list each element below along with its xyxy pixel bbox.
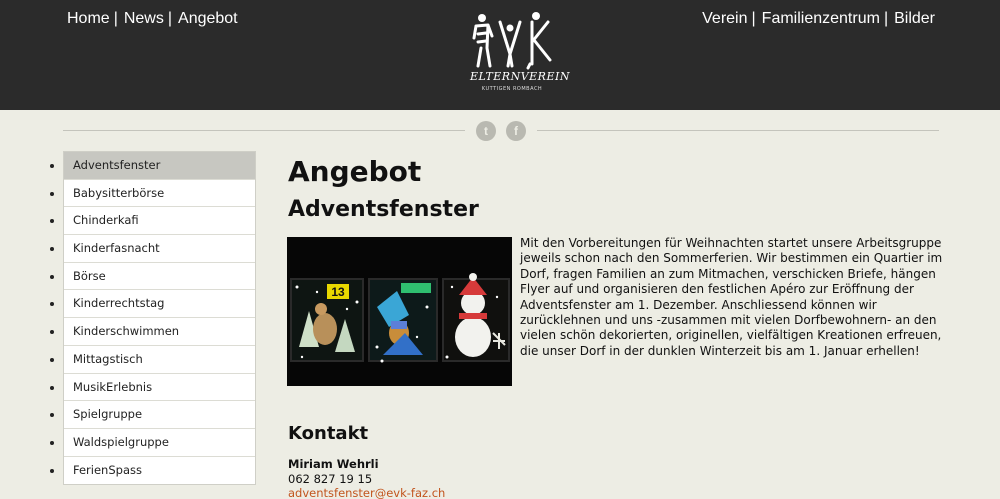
nav-separator: |: [883, 10, 889, 27]
logo-name: ELTERNVEREIN: [470, 70, 570, 83]
nav-verein-link[interactable]: Verein: [702, 10, 747, 28]
subnav-sidebar: Adventsfenster Babysitterbörse Chinderka…: [63, 151, 256, 486]
nav-separator: |: [751, 10, 756, 27]
sidebar-item-boerse[interactable]: Börse: [64, 263, 255, 291]
logo-subtitle: KUTTIGEN ROMBACH: [481, 86, 543, 92]
sidebar-item-chinderkafi[interactable]: Chinderkafi: [64, 207, 255, 236]
sidebar-item-babysitterboerse[interactable]: Babysitterbörse: [64, 180, 255, 208]
nav-separator: |: [167, 10, 173, 27]
photo-number: 13: [331, 285, 345, 299]
logo-figures-icon: [472, 12, 552, 70]
nav-bilder-link[interactable]: Bilder: [894, 10, 935, 28]
sidebar-item-kinderschwimmen[interactable]: Kinderschwimmen: [64, 318, 255, 346]
contact-email-link[interactable]: adventsfenster@evk-faz.ch: [288, 486, 445, 499]
divider-left: [63, 130, 465, 131]
main-nav-left: Home | News | Angebot: [67, 10, 238, 28]
sidebar-item-musikerlebnis[interactable]: MusikErlebnis: [64, 374, 255, 402]
site-header: Home | News | Angebot ELTERNVEREIN KUTTI…: [0, 0, 1000, 110]
sidebar-item-spielgruppe[interactable]: Spielgruppe: [64, 401, 255, 429]
contact-phone: 062 827 19 15: [288, 472, 373, 486]
sidebar-item-waldspielgruppe[interactable]: Waldspielgruppe: [64, 429, 255, 457]
sidebar-item-mittagstisch[interactable]: Mittagstisch: [64, 346, 255, 374]
site-logo[interactable]: ELTERNVEREIN KUTTIGEN ROMBACH: [470, 8, 570, 94]
nav-separator: |: [113, 10, 118, 27]
nav-familienzentrum-link[interactable]: Familienzentrum: [762, 10, 880, 28]
page-title: Angebot: [288, 155, 422, 188]
divider-right: [537, 130, 939, 131]
facebook-icon[interactable]: f: [506, 121, 526, 141]
photo-illustration: 13: [287, 237, 512, 386]
section-title: Adventsfenster: [288, 197, 479, 222]
contact-title: Kontakt: [288, 423, 369, 444]
sidebar-item-adventsfenster[interactable]: Adventsfenster: [64, 152, 255, 180]
sidebar-item-kinderfasnacht[interactable]: Kinderfasnacht: [64, 235, 255, 263]
section-body-text: Mit den Vorbereitungen für Weihnachten s…: [520, 236, 943, 358]
nav-angebot-link[interactable]: Angebot: [178, 10, 238, 28]
nav-news-link[interactable]: News: [124, 10, 164, 28]
contact-name: Miriam Wehrli: [288, 457, 379, 471]
main-nav-right: Verein | Familienzentrum | Bilder: [702, 10, 935, 28]
advent-window-photo: 13: [287, 237, 512, 386]
twitter-icon[interactable]: t: [476, 121, 496, 141]
nav-home-link[interactable]: Home: [67, 10, 110, 28]
sidebar-item-kinderrechtstag[interactable]: Kinderrechtstag: [64, 290, 255, 319]
sidebar-item-ferienspass[interactable]: FerienSpass: [64, 457, 255, 485]
